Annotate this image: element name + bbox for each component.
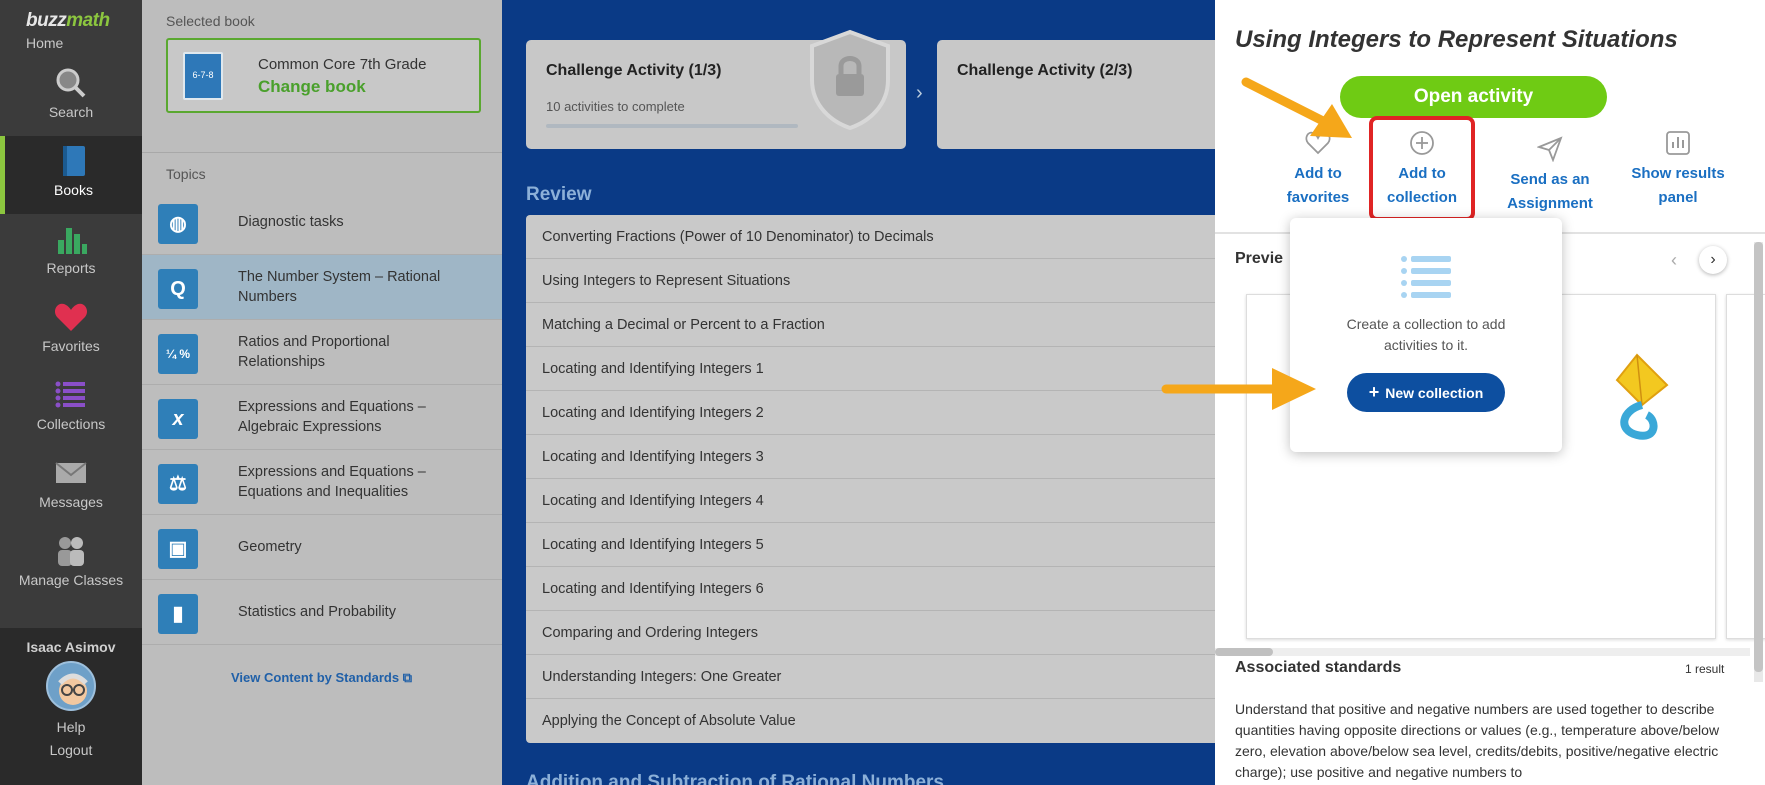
- left-nav: buzzmath Home Search Books Reports Favor…: [0, 0, 142, 785]
- chevron-right-icon[interactable]: ›: [916, 82, 923, 105]
- lock-shield-icon: [810, 29, 890, 131]
- topic-item[interactable]: ◍ Diagnostic tasks: [142, 190, 502, 255]
- topic-item[interactable]: ¼ % Ratios and Proportional Relationship…: [142, 320, 502, 385]
- ratio-icon: ¼ %: [158, 334, 198, 374]
- avatar[interactable]: [46, 661, 96, 711]
- search-icon: [56, 68, 86, 98]
- review-list: Converting Fractions (Power of 10 Denomi…: [526, 215, 1215, 743]
- change-book-link[interactable]: Change book: [258, 77, 366, 97]
- topics-label: Topics: [166, 166, 206, 182]
- section-title: Review: [526, 184, 592, 205]
- nav-reports[interactable]: Reports: [0, 214, 142, 292]
- challenge-card[interactable]: Challenge Activity (2/3): [937, 40, 1215, 149]
- show-results-panel-button[interactable]: Show results panel: [1618, 130, 1738, 210]
- activity-item[interactable]: Locating and Identifying Integers 1: [526, 347, 1215, 391]
- challenge-card[interactable]: Challenge Activity (1/3) 10 activities t…: [526, 29, 906, 149]
- open-activity-button[interactable]: Open activity: [1340, 76, 1607, 118]
- topic-item[interactable]: ▮ Statistics and Probability: [142, 580, 502, 645]
- globe-icon: ◍: [158, 204, 198, 244]
- popup-message: Create a collection to add activities to…: [1346, 316, 1506, 353]
- activity-item[interactable]: Converting Fractions (Power of 10 Denomi…: [526, 215, 1215, 259]
- user-section: Isaac Asimov Help Logout: [0, 628, 142, 785]
- chevron-right-icon[interactable]: ›: [1699, 246, 1727, 274]
- selected-book-card[interactable]: 6-7-8 Common Core 7th Grade Change book: [166, 38, 481, 113]
- cube-icon: ▣: [158, 529, 198, 569]
- chevron-left-icon[interactable]: ‹: [1671, 250, 1677, 271]
- standard-description: Understand that positive and negative nu…: [1235, 701, 1720, 780]
- scrollbar-thumb[interactable]: [1754, 242, 1763, 672]
- activity-item[interactable]: Applying the Concept of Absolute Value: [526, 699, 1215, 743]
- book-title: Common Core 7th Grade: [258, 56, 427, 73]
- topic-item[interactable]: ▣ Geometry: [142, 515, 502, 580]
- collection-popup: Create a collection to add activities to…: [1290, 218, 1562, 452]
- highlight-annotation: [1369, 116, 1475, 221]
- nav-favorites[interactable]: Favorites: [0, 292, 142, 370]
- list-icon: [55, 381, 85, 408]
- results-icon: [1666, 131, 1690, 155]
- book-panel: Selected book 6-7-8 Common Core 7th Grad…: [142, 0, 502, 785]
- topic-item[interactable]: Q The Number System – Rational Numbers: [142, 255, 502, 320]
- result-count: 1 result: [1685, 662, 1725, 676]
- heart-icon: [54, 303, 88, 331]
- view-standards-link[interactable]: View Content by Standards ⧉: [231, 670, 412, 686]
- new-collection-button[interactable]: + New collection: [1347, 373, 1505, 412]
- scale-icon: ⚖: [158, 464, 198, 504]
- user-name: Isaac Asimov: [26, 639, 116, 655]
- arrow-annotation: [1161, 368, 1316, 410]
- activity-item[interactable]: Comparing and Ordering Integers: [526, 611, 1215, 655]
- nav-messages[interactable]: Messages: [0, 448, 142, 526]
- activity-item[interactable]: Locating and Identifying Integers 5: [526, 523, 1215, 567]
- nav-search[interactable]: Search: [0, 58, 142, 136]
- associated-standards-title: Associated standards: [1235, 659, 1402, 676]
- plus-icon: +: [1368, 382, 1380, 402]
- activity-title: Using Integers to Represent Situations: [1235, 26, 1678, 53]
- preview-label: Previe: [1235, 250, 1284, 267]
- paper-plane-icon: [1537, 136, 1563, 162]
- people-icon: [58, 537, 84, 566]
- activity-item[interactable]: Using Integers to Represent Situations: [526, 259, 1215, 303]
- activity-item[interactable]: Matching a Decimal or Percent to a Fract…: [526, 303, 1215, 347]
- activity-item[interactable]: Locating and Identifying Integers 3: [526, 435, 1215, 479]
- kite-illustration: [1615, 353, 1669, 440]
- list-icon: [1401, 256, 1451, 298]
- selected-book-label: Selected book: [166, 13, 255, 29]
- nav-manage-classes[interactable]: Manage Classes: [0, 526, 142, 604]
- external-link-icon: ⧉: [402, 670, 412, 685]
- home-link[interactable]: Home: [26, 35, 63, 51]
- section-title: Addition and Subtraction of Rational Num…: [526, 772, 944, 785]
- main-content: Challenge Activity (1/3) 10 activities t…: [502, 0, 1215, 785]
- bar-chart-icon: [58, 228, 87, 254]
- nav-books[interactable]: Books: [0, 136, 142, 214]
- help-link[interactable]: Help: [0, 719, 142, 735]
- book-cover: 6-7-8: [183, 52, 223, 100]
- horizontal-scrollbar[interactable]: [1215, 648, 1750, 656]
- book-icon: [62, 146, 85, 176]
- send-assignment-button[interactable]: Send as an Assignment: [1490, 136, 1610, 216]
- envelope-icon: [55, 462, 87, 483]
- activity-item[interactable]: Locating and Identifying Integers 2: [526, 391, 1215, 435]
- scrollbar-thumb[interactable]: [1215, 648, 1273, 656]
- divider: [142, 152, 502, 153]
- bar-chart-icon: ▮: [158, 594, 198, 634]
- nav-collections[interactable]: Collections: [0, 370, 142, 448]
- activity-item[interactable]: Understanding Integers: One Greater: [526, 655, 1215, 699]
- topic-item[interactable]: ⚖ Expressions and Equations – Equations …: [142, 450, 502, 515]
- x-icon: x: [158, 399, 198, 439]
- activity-item[interactable]: Locating and Identifying Integers 4: [526, 479, 1215, 523]
- arrow-annotation: [1241, 77, 1352, 138]
- logo[interactable]: buzzmath: [26, 10, 110, 32]
- q-icon: Q: [158, 269, 198, 309]
- activity-item[interactable]: Locating and Identifying Integers 6: [526, 567, 1215, 611]
- topic-item[interactable]: x Expressions and Equations – Algebraic …: [142, 385, 502, 450]
- progress-bar: [546, 124, 798, 128]
- logout-link[interactable]: Logout: [0, 742, 142, 758]
